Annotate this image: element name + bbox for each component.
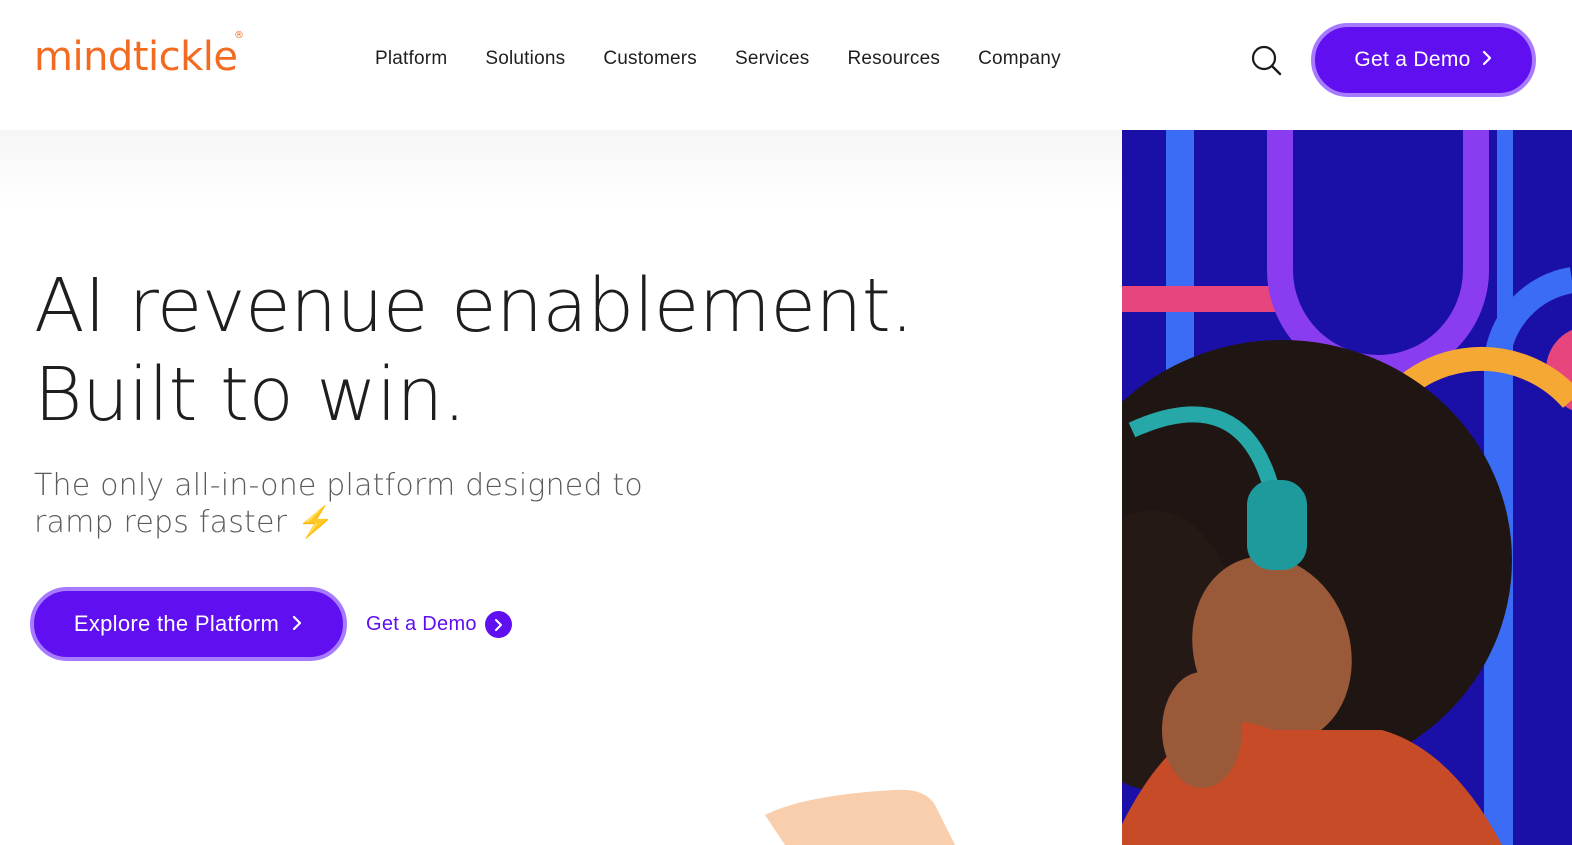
lightning-bolt-icon: ⚡ — [296, 505, 335, 540]
nav-item-customers[interactable]: Customers — [603, 48, 697, 70]
hero-subheading-text: The only all-in-one platform designed to… — [34, 468, 643, 540]
explore-platform-button[interactable]: Explore the Platform — [30, 587, 347, 661]
search-icon[interactable] — [1250, 44, 1282, 76]
chevron-right-icon — [291, 611, 303, 637]
get-demo-link-label: Get a Demo — [366, 613, 477, 635]
circle-chevron-right-icon — [484, 611, 512, 638]
abstract-pattern-illustration — [1122, 130, 1572, 845]
laptop-illustration — [765, 789, 955, 845]
hero-headline: AI revenue enablement. Built to win. — [34, 262, 914, 440]
nav-item-company[interactable]: Company — [978, 48, 1061, 70]
logo-text: mindtickle — [34, 34, 238, 80]
nav-item-solutions[interactable]: Solutions — [485, 48, 565, 70]
chevron-right-icon — [1481, 48, 1493, 72]
hero-artwork — [1122, 130, 1572, 845]
hero-headline-line-1: AI revenue enablement. — [34, 263, 914, 349]
nav-item-resources[interactable]: Resources — [847, 48, 940, 70]
site-header: mindtickle ® Platform Solutions Customer… — [0, 0, 1572, 130]
explore-platform-label: Explore the Platform — [73, 611, 280, 636]
get-demo-button-header[interactable]: Get a Demo — [1311, 23, 1536, 97]
nav-item-platform[interactable]: Platform — [375, 48, 447, 70]
get-demo-button-label: Get a Demo — [1354, 48, 1471, 71]
mindtickle-logo[interactable]: mindtickle ® — [34, 30, 244, 80]
logo-registered-mark: ® — [234, 30, 244, 41]
main-nav: Platform Solutions Customers Services Re… — [375, 48, 1099, 70]
nav-item-services[interactable]: Services — [735, 48, 809, 70]
hero-headline-line-2: Built to win. — [34, 352, 466, 438]
hero-subheading: The only all-in-one platform designed to… — [34, 467, 654, 541]
get-demo-link[interactable]: Get a Demo — [366, 611, 512, 638]
